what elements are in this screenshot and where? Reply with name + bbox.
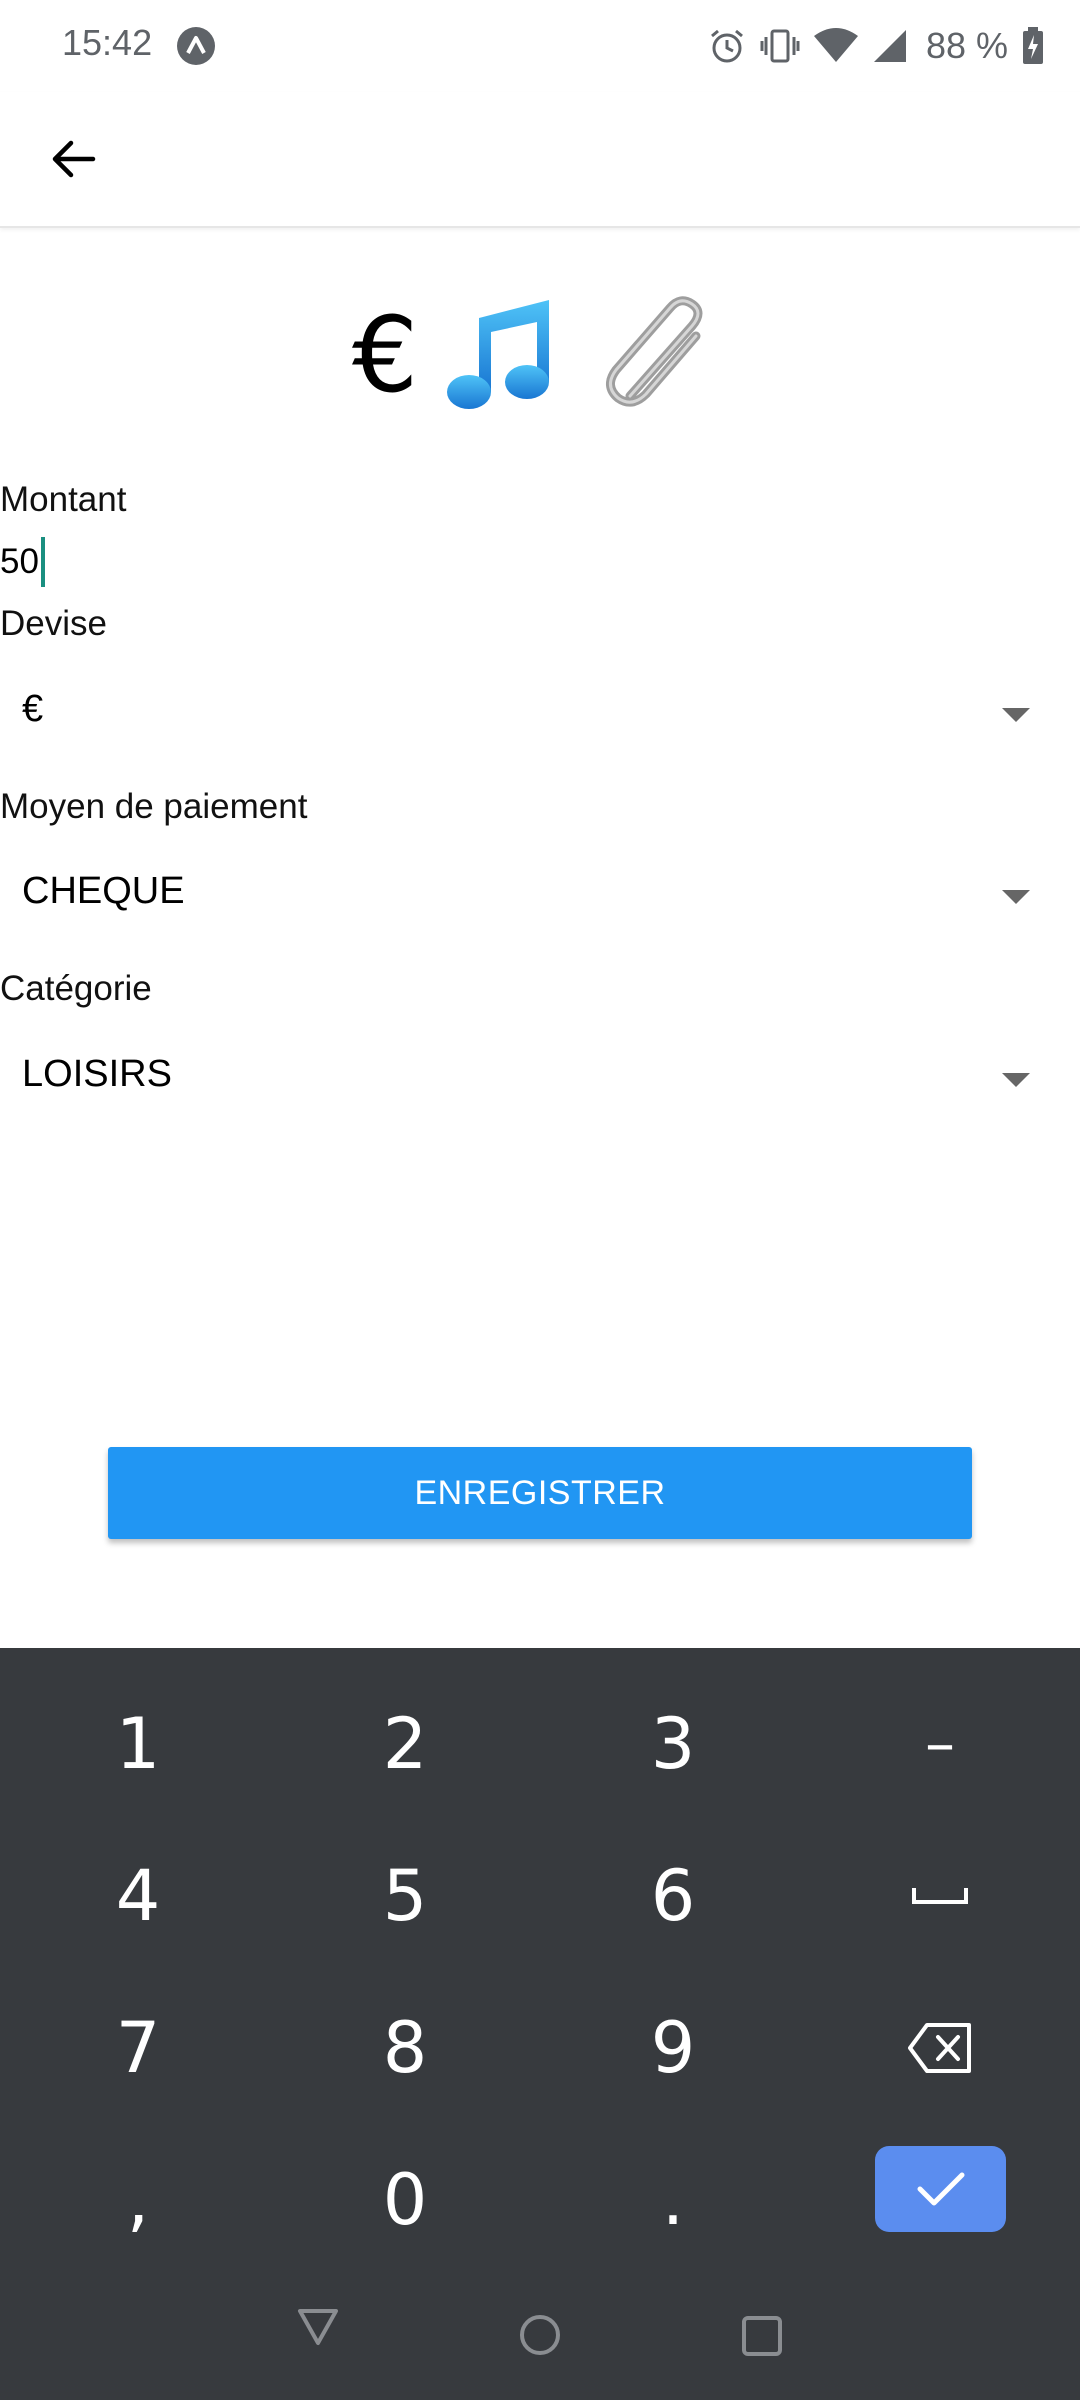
key-4[interactable]: 4 (3, 1820, 273, 1972)
header-icons: € (0, 290, 1080, 420)
key-3[interactable]: 3 (538, 1668, 808, 1820)
status-bar: 15:42 88 % (0, 0, 1080, 92)
key-2[interactable]: 2 (270, 1668, 540, 1820)
save-button[interactable]: ENREGISTRER (108, 1447, 972, 1539)
key-9[interactable]: 9 (538, 1972, 808, 2124)
payment-method-select[interactable]: CHEQUE (0, 848, 1080, 944)
arrow-left-icon (52, 140, 96, 178)
nav-home-icon[interactable] (518, 2313, 562, 2357)
key-minus[interactable]: – (805, 1668, 1075, 1820)
key-enter[interactable] (875, 2146, 1006, 2232)
nav-back-icon[interactable] (296, 2305, 340, 2349)
music-note-icon[interactable] (445, 296, 555, 416)
numeric-keyboard: 1 2 3 – 4 5 6 7 8 9 , 0 . (0, 1648, 1080, 2400)
key-period[interactable]: . (538, 2124, 808, 2276)
text-cursor (40, 537, 45, 587)
wifi-icon (813, 28, 858, 62)
dropdown-arrow-icon (1002, 708, 1030, 722)
app-bar (0, 92, 1080, 228)
payment-label: Moyen de paiement (0, 787, 308, 826)
battery-percentage: 88 % (925, 25, 1008, 66)
key-1[interactable]: 1 (3, 1668, 273, 1820)
vibrate-icon (760, 29, 800, 63)
currency-value: € (22, 688, 44, 730)
category-value: LOISIRS (22, 1053, 172, 1095)
payment-value: CHEQUE (22, 870, 185, 912)
key-5[interactable]: 5 (270, 1820, 540, 1972)
key-0[interactable]: 0 (270, 2124, 540, 2276)
back-button[interactable] (36, 122, 110, 196)
amount-value: 50 (0, 542, 39, 581)
status-icons: 88 % (694, 22, 1044, 70)
key-8[interactable]: 8 (270, 1972, 540, 2124)
key-comma[interactable]: , (3, 2124, 273, 2276)
euro-icon[interactable]: € (352, 290, 422, 420)
amount-label: Montant (0, 480, 127, 519)
category-label: Catégorie (0, 969, 152, 1008)
signal-icon (873, 30, 906, 62)
category-select[interactable]: LOISIRS (0, 1031, 1080, 1127)
battery-charging-icon (1023, 27, 1043, 64)
key-space[interactable] (805, 1820, 1075, 1972)
key-7[interactable]: 7 (3, 1972, 273, 2124)
key-6[interactable]: 6 (538, 1820, 808, 1972)
paperclip-icon[interactable] (600, 296, 720, 416)
amount-input[interactable]: 50 (0, 534, 45, 590)
space-icon (912, 1888, 968, 1904)
nav-recents-icon[interactable] (740, 2314, 784, 2358)
checkmark-icon (917, 2172, 964, 2206)
dropdown-arrow-icon (1002, 890, 1030, 904)
key-backspace[interactable] (805, 1972, 1075, 2124)
currency-select[interactable]: € (0, 666, 1080, 762)
alarm-icon (710, 29, 743, 63)
currency-label: Devise (0, 604, 107, 643)
dropdown-arrow-icon (1002, 1073, 1030, 1087)
backspace-icon (908, 2023, 971, 2073)
status-time: 15:42 (62, 22, 153, 63)
app-notification-icon (177, 27, 215, 65)
